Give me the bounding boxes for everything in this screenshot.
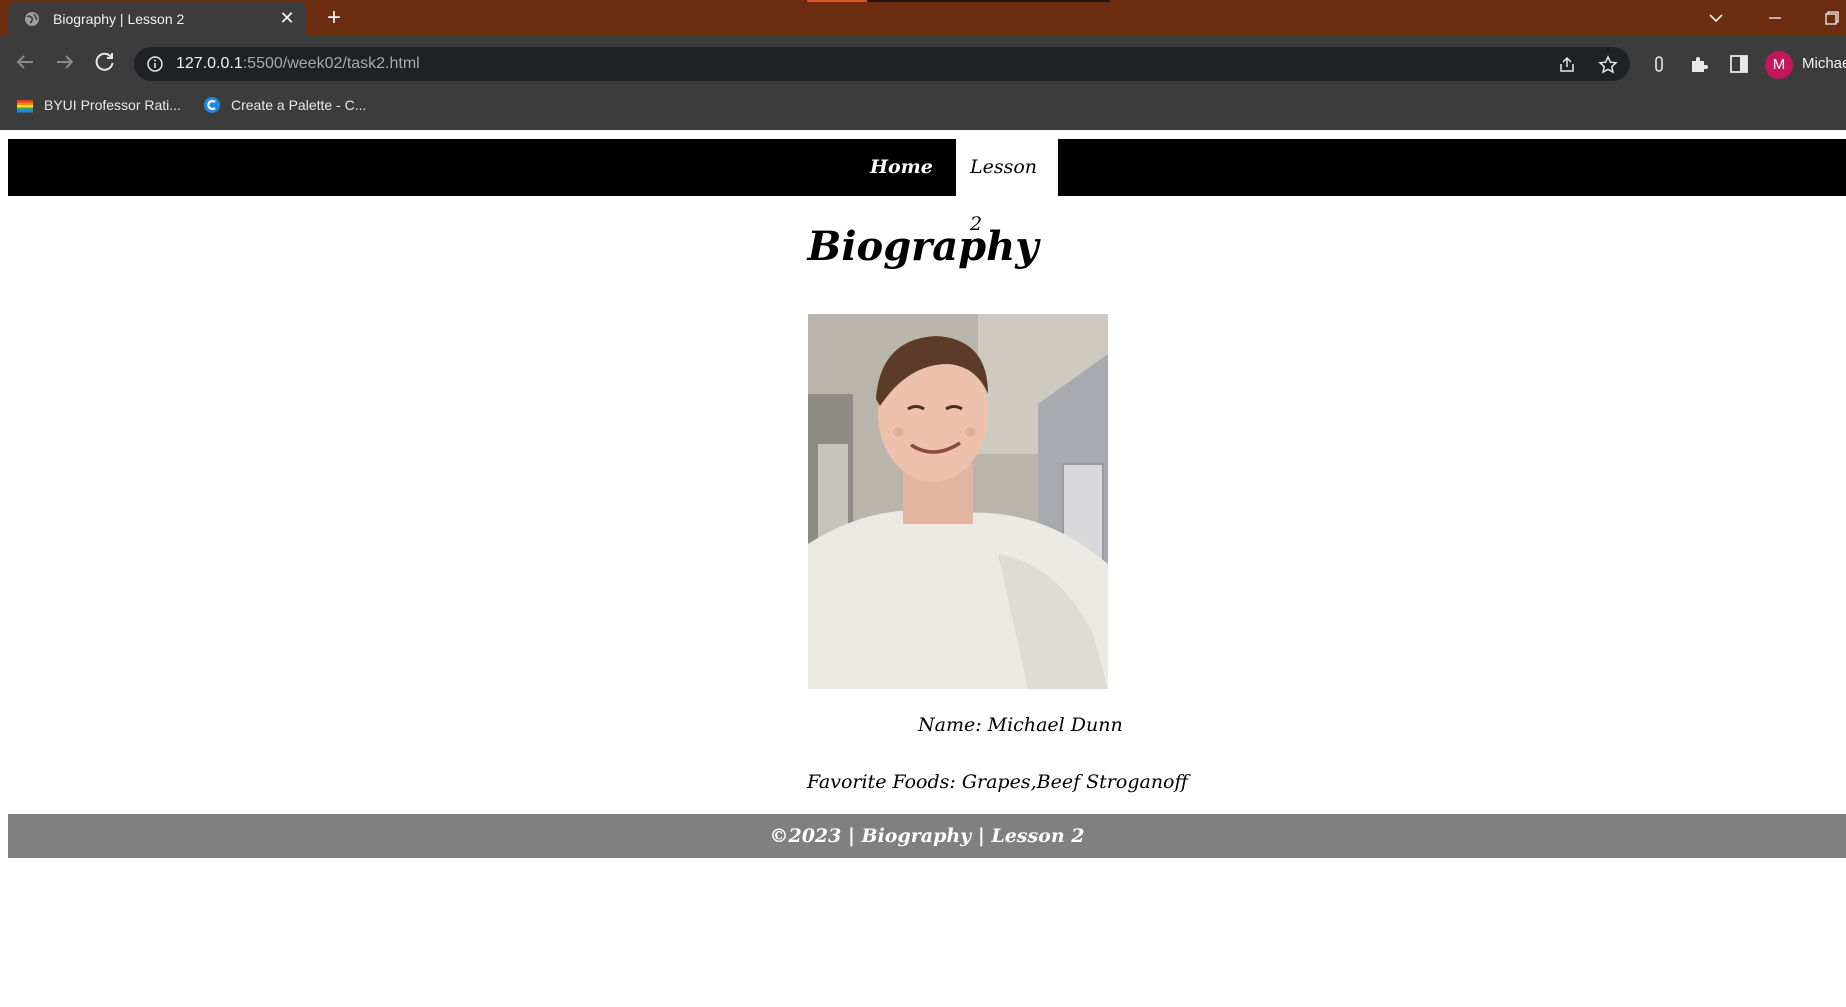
- browser-toolbar: 127.0.0.1:5500/week02/task2.html M Micha…: [0, 36, 1846, 130]
- forward-arrow-icon[interactable]: [49, 46, 81, 78]
- bio-favorite-foods: Favorite Foods: Grapes,Beef Stroganoff: [807, 771, 1188, 793]
- bookmark-byui-label: BYUI Professor Rati...: [44, 97, 181, 113]
- nav-link-lesson-2[interactable]: Lesson 2: [956, 139, 1058, 235]
- bookmark-star-icon[interactable]: [1598, 55, 1618, 75]
- bookmark-coolors-label: Create a Palette - C...: [231, 97, 367, 113]
- minimize-icon[interactable]: [1762, 6, 1788, 30]
- back-arrow-icon[interactable]: [9, 46, 41, 78]
- url-path: :5500/week02/task2.html: [242, 55, 420, 72]
- close-tab-icon[interactable]: ✕: [278, 10, 296, 28]
- tab-strip: Biography | Lesson 2 ✕ +: [0, 0, 1846, 36]
- bookmark-coolors[interactable]: Create a Palette - C...: [203, 95, 366, 115]
- footer-text: ©2023 | Biography | Lesson 2: [769, 825, 1085, 847]
- page-viewport: Home Lesson 2 Biography Name: Michael Du…: [0, 130, 1846, 1007]
- url-host: 127.0.0.1: [176, 55, 243, 72]
- restore-icon[interactable]: [1818, 6, 1844, 30]
- rainbow-logo-icon: [17, 100, 33, 113]
- coolors-logo-icon: [204, 97, 220, 113]
- profile-avatar[interactable]: M: [1765, 51, 1793, 79]
- page-title: Biography: [807, 223, 1039, 270]
- tab-strip-accent-dark: [867, 0, 1110, 2]
- nav-link-home[interactable]: Home: [856, 139, 947, 196]
- share-icon[interactable]: [1557, 55, 1577, 75]
- bio-name: Name: Michael Dunn: [918, 714, 1123, 736]
- side-panel-icon[interactable]: [1728, 53, 1750, 75]
- extensions-puzzle-icon[interactable]: [1688, 53, 1710, 75]
- tab-strip-accent: [807, 0, 867, 2]
- url-text[interactable]: 127.0.0.1:5500/week02/task2.html: [176, 55, 420, 73]
- tab-search-icon[interactable]: [1703, 6, 1729, 30]
- globe-icon: [25, 12, 39, 26]
- site-nav: Home Lesson 2: [8, 139, 1846, 235]
- profile-photo: [808, 314, 1108, 689]
- bookmark-byui[interactable]: BYUI Professor Rati...: [16, 95, 181, 115]
- site-footer: ©2023 | Biography | Lesson 2: [8, 814, 1846, 858]
- profile-name[interactable]: Michael: [1802, 55, 1846, 72]
- address-bar[interactable]: 127.0.0.1:5500/week02/task2.html: [134, 47, 1630, 81]
- site-info-icon[interactable]: [146, 55, 164, 73]
- tab-title: Biography | Lesson 2: [53, 11, 185, 27]
- reload-icon[interactable]: [89, 46, 121, 78]
- extension-tag-icon[interactable]: [1648, 53, 1670, 75]
- active-tab[interactable]: Biography | Lesson 2 ✕: [8, 2, 306, 36]
- new-tab-button[interactable]: +: [323, 6, 345, 30]
